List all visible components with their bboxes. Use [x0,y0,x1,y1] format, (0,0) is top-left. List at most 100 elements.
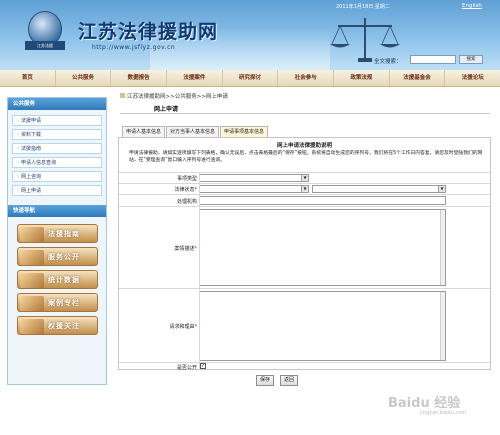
row-public: 是否公开 [119,362,490,371]
nav-item-data-report[interactable]: 数据报告 [111,70,168,86]
arrow-icon: › [17,188,19,194]
legal-status-select-1[interactable]: ▼ [199,185,309,193]
form-heading: 网上申请法律援助说明 [276,143,332,149]
chevron-down-icon: ▼ [301,175,308,181]
legal-status-label-text: 法律状态 [174,187,195,193]
breadcrumb-text[interactable]: 江苏法律援助网>>公共服务>>网上申请 [127,94,228,100]
main-nav: 首页 公共服务 数据报告 法援案件 研究探讨 社会参与 政策法规 法援基金会 法… [0,70,500,87]
sidebar-public-service-list: › 法援申请 › 资料下载 › 法援指南 › 申请人信息查询 › 网上咨询 › 网上申请 [8,110,106,203]
emblem-ribbon: 江苏法援 [25,41,65,50]
required-mark: * [194,246,198,252]
row-legal-status: 法律状态* ▼ ▼ [119,183,490,194]
sidebar-item-online-consult[interactable]: › 网上咨询 [12,171,102,182]
site-title: 江苏法律援助网 [78,21,219,43]
case-description-label: 案情描述* [119,245,197,252]
sidebar-item-label: 法援申请 [21,118,42,124]
handling-org-input[interactable] [199,196,446,205]
back-button[interactable]: 返回 [280,375,298,386]
site-url: http://www.jsflyz.gov.cn [92,44,176,51]
request-reason-label: 请求和理由* [119,323,197,330]
tab-applicant-info[interactable]: 申请人基本信息 [122,126,166,137]
matter-type-select[interactable]: ▼ [199,174,309,182]
service-picture-icon [20,250,44,265]
sidebar-item-apply[interactable]: › 法援申请 [12,115,102,126]
date-display: 2011年1月18日 星期二 [336,4,390,10]
quick-button-statistics[interactable]: 统计数据 [17,270,98,289]
sidebar: 公共服务 › 法援申请 › 资料下载 › 法援指南 › 申请人信息查询 › 网上咨询 › 网… [7,97,107,385]
english-link[interactable]: English [462,3,482,9]
required-mark: * [194,324,198,330]
chevron-down-icon: ▼ [301,186,308,192]
public-checkbox[interactable]: ✓ [200,363,206,369]
nav-item-foundation[interactable]: 法援基金会 [390,70,446,86]
application-form: 网上申请法律援助说明 申请法律援助，请如实逐项填写下列表格，确认无误后，点击表格… [118,137,491,371]
arrow-icon: › [17,118,19,124]
home-icon [120,93,125,98]
search-label: 全文搜索： [374,59,402,65]
row-matter-type: 事项类型 ▼ [119,172,490,183]
quick-button-label: 权援关注 [48,322,80,330]
sidebar-item-applicant-query[interactable]: › 申请人信息查询 [12,157,102,168]
arrow-icon: › [17,132,19,138]
row-case-description: 案情描述* [119,206,490,288]
attention-picture-icon [20,319,44,334]
quick-button-attention[interactable]: 权援关注 [17,316,98,335]
tab-opposing-party-info[interactable]: 对方当事人基本信息 [166,126,220,137]
row-request-reason: 请求和理由* [119,288,490,362]
legal-status-label: 法律状态* [119,186,197,193]
sidebar-item-guide[interactable]: › 法援指南 [12,143,102,154]
public-label: 是否公开 [176,365,197,371]
guide-picture-icon [20,227,44,242]
save-button[interactable]: 保存 [256,375,274,386]
nav-item-legal-aid-cases[interactable]: 法援案件 [167,70,223,86]
matter-type-label: 事项类型 [176,176,197,182]
sidebar-item-label: 网上申请 [21,188,42,194]
handling-org-label: 处理机构 [176,199,197,205]
quick-button-label: 统计数据 [48,276,80,284]
legal-status-select-2[interactable]: ▼ [312,185,446,193]
tab-matter-info[interactable]: 申请事项基本信息 [220,126,269,137]
form-tabs: 申请人基本信息 对方当事人基本信息 申请事项基本信息 [122,126,269,137]
nav-item-policy[interactable]: 政策法规 [334,70,390,86]
breadcrumb: 江苏法律援助网>>公共服务>>网上申请 [120,92,228,100]
sidebar-quick-nav-title: 快速导航 [8,205,106,217]
arrow-icon: › [17,146,19,152]
sidebar-item-label: 资料下载 [21,132,42,138]
quick-button-label: 法援指南 [48,230,80,238]
nav-item-research[interactable]: 研究探讨 [223,70,279,86]
statistics-picture-icon [20,273,44,288]
request-reason-label-text: 请求和理由 [169,324,195,330]
scrollbar[interactable] [440,210,445,285]
watermark-url: jingyan.baidu.com [420,410,467,416]
request-reason-textarea[interactable] [199,291,446,361]
label-column-divider [199,172,200,370]
nav-item-home[interactable]: 首页 [0,70,56,86]
sidebar-item-downloads[interactable]: › 资料下载 [12,129,102,140]
quick-button-cases[interactable]: 案例专栏 [17,293,98,312]
sidebar-item-label: 网上咨询 [21,174,42,180]
required-mark: * [194,187,198,193]
row-handling-org: 处理机构 [119,194,490,206]
quick-button-service-disclosure[interactable]: 服务公开 [17,247,98,266]
page-title-bar: 网上申请 [120,104,490,114]
sidebar-item-label: 法援指南 [21,146,42,152]
search-button[interactable]: 搜索 [459,55,483,64]
watermark-logo: Baidu 经验 [388,396,461,411]
quick-button-guide[interactable]: 法援指南 [17,224,98,243]
case-description-label-text: 案情描述 [174,246,195,252]
site-header: 江苏法援 江苏法律援助网 http://www.jsflyz.gov.cn 20… [0,0,500,70]
cases-picture-icon [20,296,44,311]
case-description-textarea[interactable] [199,209,446,286]
scrollbar[interactable] [440,292,445,360]
sidebar-public-service-title: 公共服务 [8,98,106,110]
arrow-icon: › [17,160,19,166]
search-input[interactable] [410,55,456,64]
nav-item-forum[interactable]: 法援论坛 [445,70,500,86]
sidebar-item-label: 申请人信息查询 [21,160,57,166]
nav-item-public-service[interactable]: 公共服务 [56,70,112,86]
quick-nav-list: 法援指南 服务公开 统计数据 案例专栏 权援关注 [8,217,106,335]
nav-item-social-participation[interactable]: 社会参与 [278,70,335,86]
chevron-down-icon: ▼ [438,186,445,192]
quick-button-label: 服务公开 [48,253,80,261]
sidebar-item-online-apply[interactable]: › 网上申请 [12,185,102,196]
